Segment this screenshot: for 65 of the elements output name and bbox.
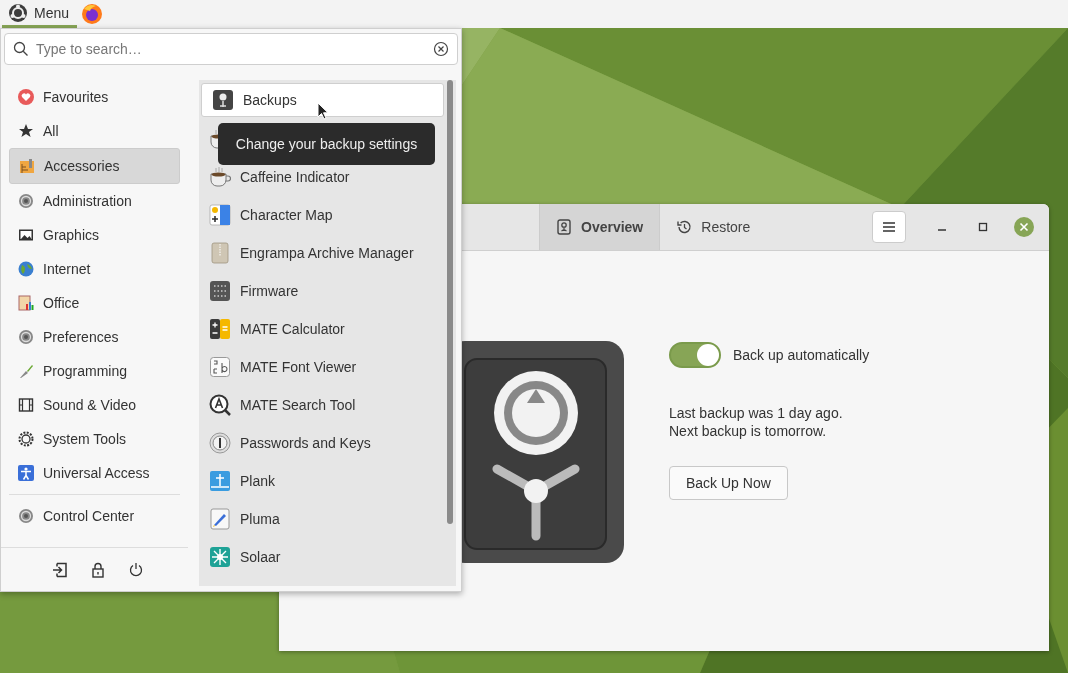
font-icon xyxy=(209,356,231,378)
disc-icon xyxy=(18,329,34,345)
tab[interactable]: Restore xyxy=(660,204,767,250)
person-icon xyxy=(18,465,34,481)
app-item[interactable]: Character Map xyxy=(199,196,444,234)
category-item[interactable]: Administration xyxy=(9,184,180,218)
menu-button[interactable] xyxy=(872,211,907,243)
category-item[interactable]: System Tools xyxy=(9,422,180,456)
control-center-item[interactable]: Control Center xyxy=(9,499,180,533)
pointer-icon xyxy=(317,102,329,120)
category-item[interactable]: All xyxy=(9,114,180,148)
app-item[interactable]: Pluma xyxy=(199,500,444,538)
category-item[interactable]: Universal Access xyxy=(9,456,180,490)
star-icon xyxy=(18,123,34,139)
lock-icon[interactable] xyxy=(89,562,106,578)
tooltip: Change your backup settings xyxy=(218,123,435,165)
logo-icon xyxy=(8,2,28,23)
safe-icon xyxy=(556,219,572,235)
app-item[interactable]: Plank xyxy=(199,462,444,500)
maximize-icon[interactable] xyxy=(978,222,989,232)
image-icon xyxy=(18,227,34,243)
category-item[interactable]: Internet xyxy=(9,252,180,286)
app-item[interactable]: MATE Calculator xyxy=(199,310,444,348)
toggle-label: Back up automatically xyxy=(733,347,870,363)
category-item[interactable]: Sound & Video xyxy=(9,388,180,422)
archive-icon xyxy=(209,242,231,264)
search-icon xyxy=(13,41,29,57)
search-field[interactable]: Type to search… xyxy=(4,33,458,65)
tab[interactable]: Overview xyxy=(539,204,661,250)
history-icon xyxy=(676,219,693,235)
app-item[interactable]: Backups xyxy=(201,83,444,117)
status-text: Last backup was 1 day ago. xyxy=(669,404,843,422)
status-text: Next backup is tomorrow. xyxy=(669,422,828,440)
category-item[interactable]: Programming xyxy=(9,354,180,388)
safe-icon xyxy=(212,89,234,111)
disc-icon xyxy=(18,508,34,524)
app-item[interactable]: Solaar xyxy=(199,538,444,576)
menu-icon xyxy=(883,222,896,232)
globe-icon xyxy=(18,261,34,277)
film-icon xyxy=(18,397,34,413)
power-icon[interactable] xyxy=(127,562,144,578)
category-item[interactable]: Accessories xyxy=(9,148,180,184)
logout-icon[interactable] xyxy=(51,562,68,578)
category-item[interactable]: Office xyxy=(9,286,180,320)
backup-button[interactable]: Back Up Now xyxy=(669,466,788,500)
firmware-icon xyxy=(209,280,231,302)
category-item[interactable]: Preferences xyxy=(9,320,180,354)
app-item[interactable]: Passwords and Keys xyxy=(199,424,444,462)
office-icon xyxy=(18,295,34,311)
clear-icon[interactable] xyxy=(433,41,449,57)
cup-icon xyxy=(209,166,231,188)
app-item[interactable]: MATE Search Tool xyxy=(199,386,444,424)
brush-icon xyxy=(18,363,34,379)
disc-icon xyxy=(18,193,34,209)
app-item[interactable]: Firmware xyxy=(199,272,444,310)
category-item[interactable]: Graphics xyxy=(9,218,180,252)
app-item[interactable]: Engrampa Archive Manager xyxy=(199,234,444,272)
tools-icon xyxy=(19,158,35,174)
cog-icon xyxy=(18,431,34,447)
browser-icon[interactable] xyxy=(81,3,104,25)
category-item[interactable]: Favourites xyxy=(9,80,180,114)
app-item[interactable]: MATE Font Viewer xyxy=(199,348,444,386)
calc-icon xyxy=(209,318,231,340)
close-icon[interactable] xyxy=(1014,217,1035,237)
toggle-switch[interactable] xyxy=(669,342,721,368)
